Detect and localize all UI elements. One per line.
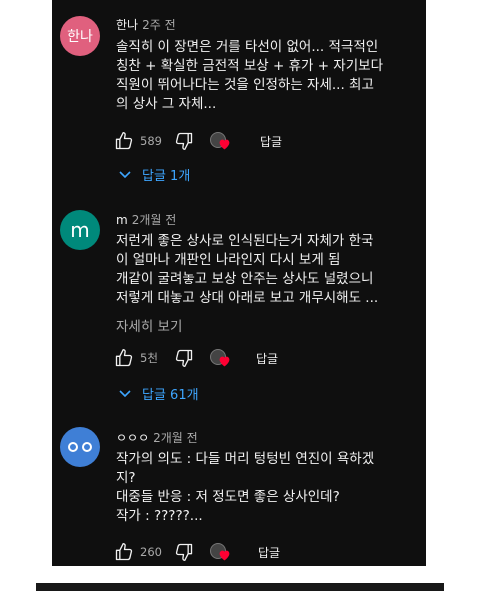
- bottom-bar: [36, 583, 444, 591]
- comment-line: 지?: [116, 470, 136, 486]
- read-more-link[interactable]: 자세히 보기: [116, 315, 182, 335]
- comment-time[interactable]: 2개월 전: [132, 213, 177, 227]
- view-replies-button[interactable]: 답글 1개: [118, 165, 190, 184]
- comment-line: 작가 : ?????...: [116, 508, 203, 524]
- comment-line: 저렇게 대놓고 상대 아래로 보고 개무시해도 ...: [116, 290, 379, 306]
- author-name[interactable]: ㅇㅇㅇ: [116, 431, 149, 445]
- avatar-eyes-icon: [68, 442, 92, 452]
- like-button[interactable]: 5천: [114, 346, 158, 370]
- chevron-down-icon: [119, 170, 131, 178]
- dislike-button[interactable]: [174, 129, 194, 153]
- author-name[interactable]: m: [116, 213, 128, 227]
- thumbs-down-icon: [175, 132, 193, 150]
- reply-button[interactable]: 답글: [258, 540, 280, 564]
- comment-actions: 589 답글: [114, 129, 414, 153]
- like-count: 5천: [140, 351, 158, 365]
- like-button[interactable]: 260: [114, 540, 162, 564]
- creator-heart: [210, 346, 234, 370]
- comment-line: 칭찬 + 확실한 금전적 보상 + 휴가 + 자기보다: [116, 58, 383, 74]
- creator-heart: [210, 129, 234, 153]
- avatar[interactable]: [60, 427, 100, 467]
- replies-label: 답글 61개: [142, 388, 199, 403]
- comment-actions: 5천 답글: [114, 346, 414, 370]
- comment-line: 이 얼마나 개판인 나라인지 다시 보게 됨: [116, 252, 341, 268]
- replies-label: 답글 1개: [142, 169, 191, 184]
- chevron-down-icon: [119, 389, 131, 397]
- comment-meta: ㅇㅇㅇ 2개월 전: [116, 429, 198, 446]
- reply-button[interactable]: 답글: [256, 346, 278, 370]
- like-count: 260: [140, 545, 162, 559]
- comment-line: 저런게 좋은 상사로 인식된다는거 자체가 한국: [116, 233, 374, 249]
- thumbs-up-icon: [115, 132, 133, 150]
- avatar-initials: 한나: [67, 29, 93, 45]
- avatar[interactable]: 한나: [60, 16, 100, 56]
- heart-icon: [219, 550, 230, 561]
- like-button[interactable]: 589: [114, 129, 162, 153]
- author-name[interactable]: 한나: [116, 18, 138, 32]
- thumbs-down-icon: [175, 543, 193, 561]
- comment-line: 개같이 굴려놓고 보상 안주는 상사도 널렸으니: [116, 271, 374, 287]
- comment-line: 의 상사 그 자체...: [116, 96, 217, 112]
- comment-meta: 한나 2주 전: [116, 16, 176, 33]
- comment-text: 작가의 의도 : 다들 머리 텅텅빈 연진이 욕하겠 지? 대중들 반응 : 저…: [116, 450, 416, 526]
- comment-text: 저런게 좋은 상사로 인식된다는거 자체가 한국 이 얼마나 개판인 나라인지 …: [116, 232, 416, 308]
- avatar[interactable]: m: [60, 210, 100, 250]
- comments-panel: 한나 한나 2주 전 솔직히 이 장면은 거를 타선이 없어... 적극적인 칭찬…: [52, 0, 426, 566]
- creator-heart: [210, 540, 234, 564]
- comment-line: 작가의 의도 : 다들 머리 텅텅빈 연진이 욕하겠: [116, 451, 375, 467]
- like-count: 589: [140, 134, 162, 148]
- reply-label: 답글: [258, 545, 281, 560]
- thumbs-up-icon: [115, 543, 133, 561]
- reply-button[interactable]: 답글: [260, 129, 282, 153]
- dislike-button[interactable]: [174, 540, 194, 564]
- heart-icon: [219, 139, 230, 150]
- thumbs-down-icon: [175, 349, 193, 367]
- avatar-initials: m: [70, 218, 90, 242]
- thumbs-up-icon: [115, 349, 133, 367]
- comment-line: 대중들 반응 : 저 정도면 좋은 상사인데?: [116, 489, 340, 505]
- comment-actions: 260 답글: [114, 540, 414, 564]
- comment-meta: m 2개월 전: [116, 211, 176, 228]
- reply-label: 답글: [260, 134, 283, 149]
- comment-line: 솔직히 이 장면은 거를 타선이 없어... 적극적인: [116, 39, 379, 55]
- comment-text: 솔직히 이 장면은 거를 타선이 없어... 적극적인 칭찬 + 확실한 금전적…: [116, 38, 416, 114]
- comment-line: 직원이 뛰어나다는 것을 인정하는 자세... 최고: [116, 77, 374, 93]
- comment-time[interactable]: 2주 전: [142, 18, 176, 32]
- dislike-button[interactable]: [174, 346, 194, 370]
- heart-icon: [219, 356, 230, 367]
- view-replies-button[interactable]: 답글 61개: [118, 384, 199, 403]
- comment-time[interactable]: 2개월 전: [153, 431, 198, 445]
- reply-label: 답글: [256, 351, 279, 366]
